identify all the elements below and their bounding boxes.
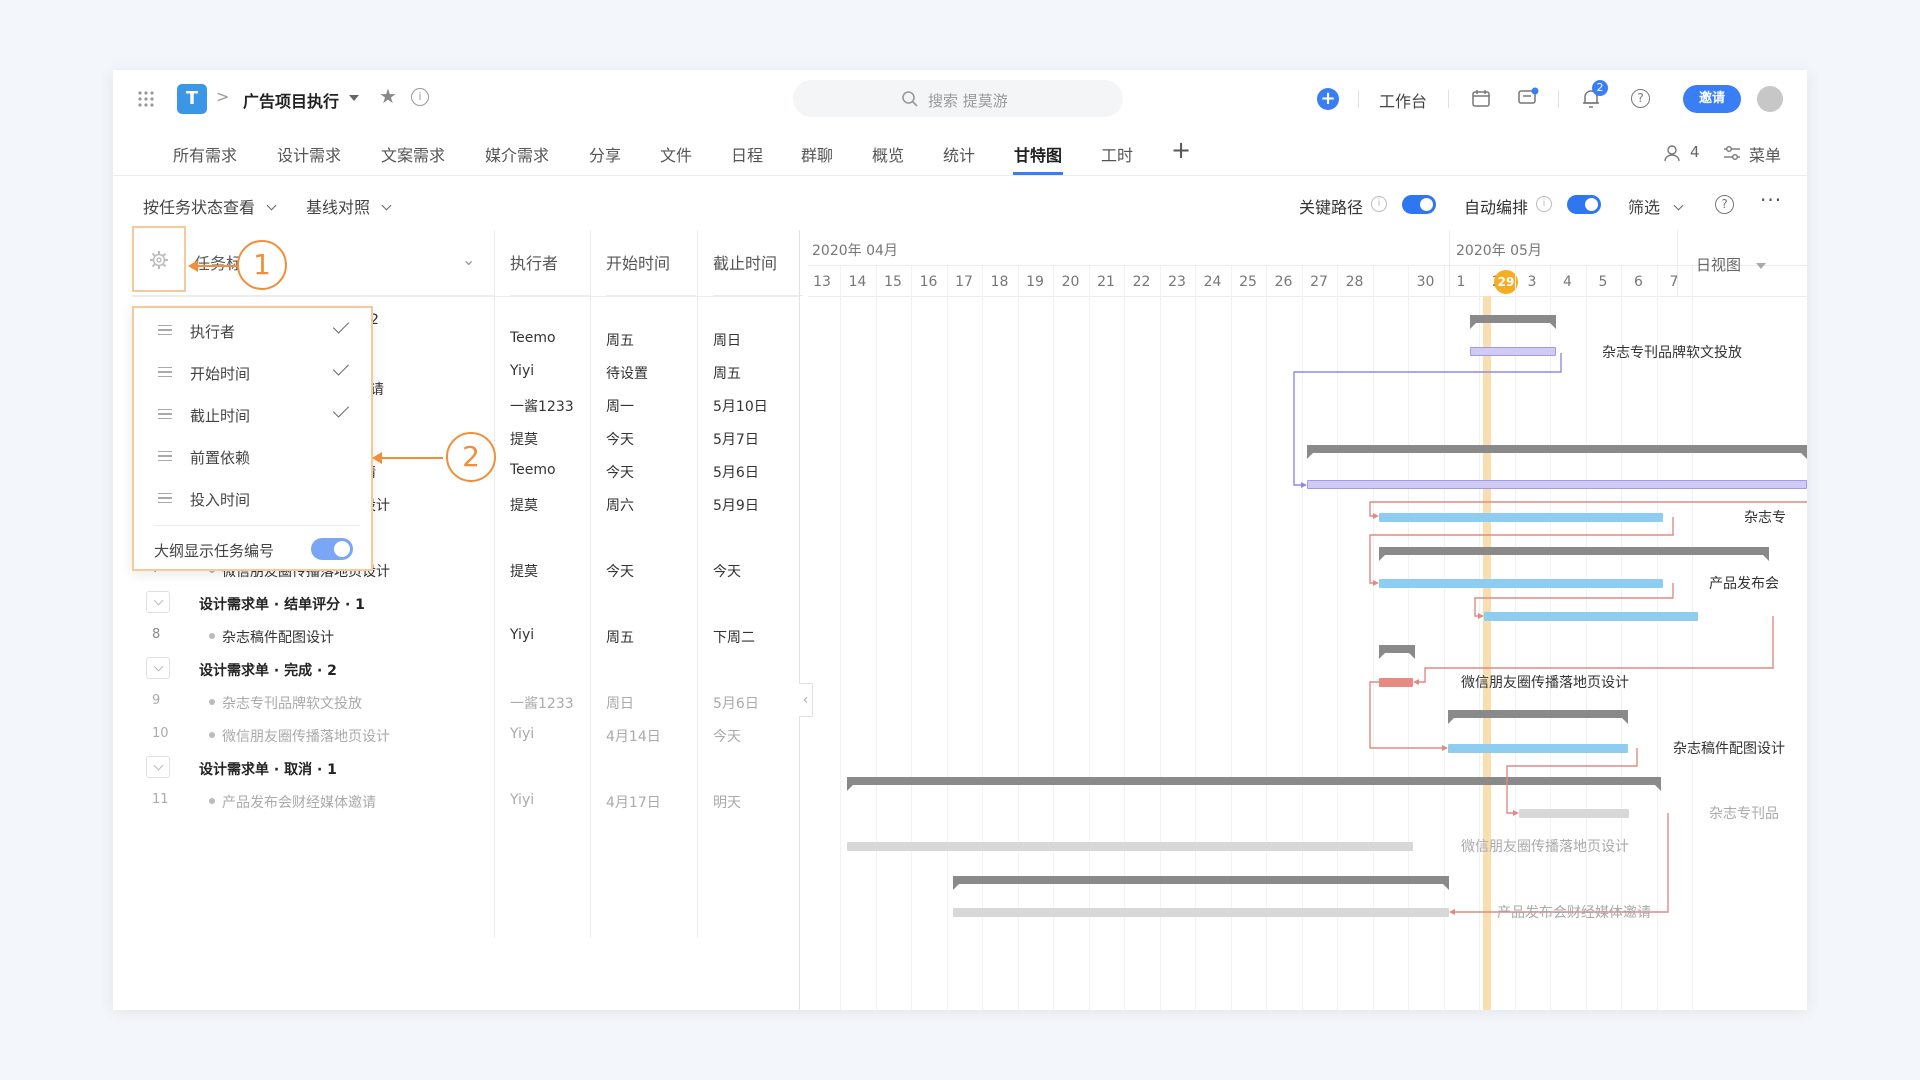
check-icon	[332, 401, 350, 418]
callout-1: 1	[237, 240, 287, 290]
column-settings-button[interactable]	[132, 226, 186, 292]
bar-label: 微信朋友圈传播落地页设计	[1461, 675, 1629, 691]
gear-icon	[150, 251, 168, 269]
settings-item-start[interactable]: 开始时间	[134, 353, 371, 393]
column-settings-popup: 执行者 开始时间 截止时间 前置依赖 投入时间 大纲显示任务编号	[132, 306, 373, 571]
app-window: T > 广告项目执行 ★ i 搜索 提莫游 + 工作台 2 ? 邀请 所有需求 …	[113, 70, 1807, 1010]
settings-item-end[interactable]: 截止时间	[134, 395, 371, 435]
drag-handle-icon[interactable]	[158, 325, 172, 335]
settings-item-effort[interactable]: 投入时间	[134, 479, 371, 519]
bar-label: 产品发布会	[1709, 576, 1779, 592]
check-icon	[332, 359, 350, 376]
drag-handle-icon[interactable]	[158, 493, 172, 503]
callout-arrow-line-1	[197, 265, 237, 267]
settings-item-executor[interactable]: 执行者	[134, 311, 371, 351]
bar-label: 杂志专刊品	[1709, 806, 1779, 822]
bar-label: 杂志稿件配图设计	[1673, 741, 1785, 757]
bar-label: 杂志专刊品牌软文投放	[1602, 345, 1742, 361]
bar-label: 产品发布会财经媒体邀请	[1497, 905, 1651, 921]
callout-2: 2	[446, 432, 496, 482]
settings-item-dependency[interactable]: 前置依赖	[134, 437, 371, 477]
drag-handle-icon[interactable]	[158, 367, 172, 377]
check-icon	[332, 317, 350, 334]
drag-handle-icon[interactable]	[158, 451, 172, 461]
bar-label: 微信朋友圈传播落地页设计	[1461, 839, 1629, 855]
divider	[154, 525, 359, 526]
drag-handle-icon[interactable]	[158, 409, 172, 419]
outline-number-label: 大纲显示任务编号	[154, 542, 275, 560]
callout-arrow-line-2	[381, 457, 443, 459]
outline-number-toggle[interactable]	[311, 538, 353, 560]
bar-label: 杂志专	[1744, 510, 1786, 526]
